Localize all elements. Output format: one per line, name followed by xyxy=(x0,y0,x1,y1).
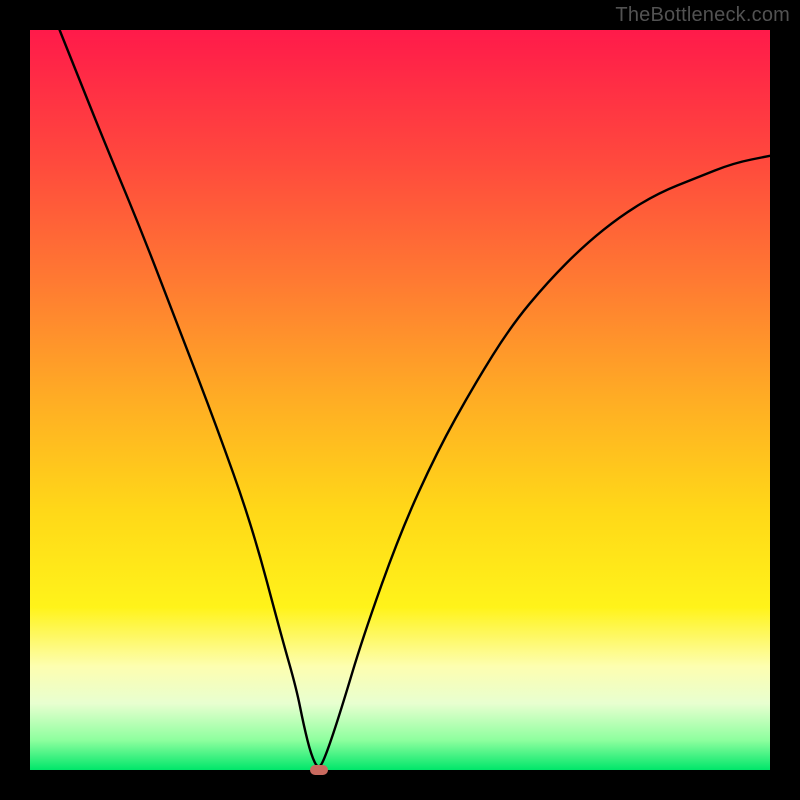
bottleneck-curve-path xyxy=(60,30,770,766)
optimal-point-marker xyxy=(310,765,328,775)
chart-frame: TheBottleneck.com xyxy=(0,0,800,800)
plot-area xyxy=(30,30,770,770)
curve-svg xyxy=(30,30,770,770)
watermark-text: TheBottleneck.com xyxy=(615,4,790,27)
